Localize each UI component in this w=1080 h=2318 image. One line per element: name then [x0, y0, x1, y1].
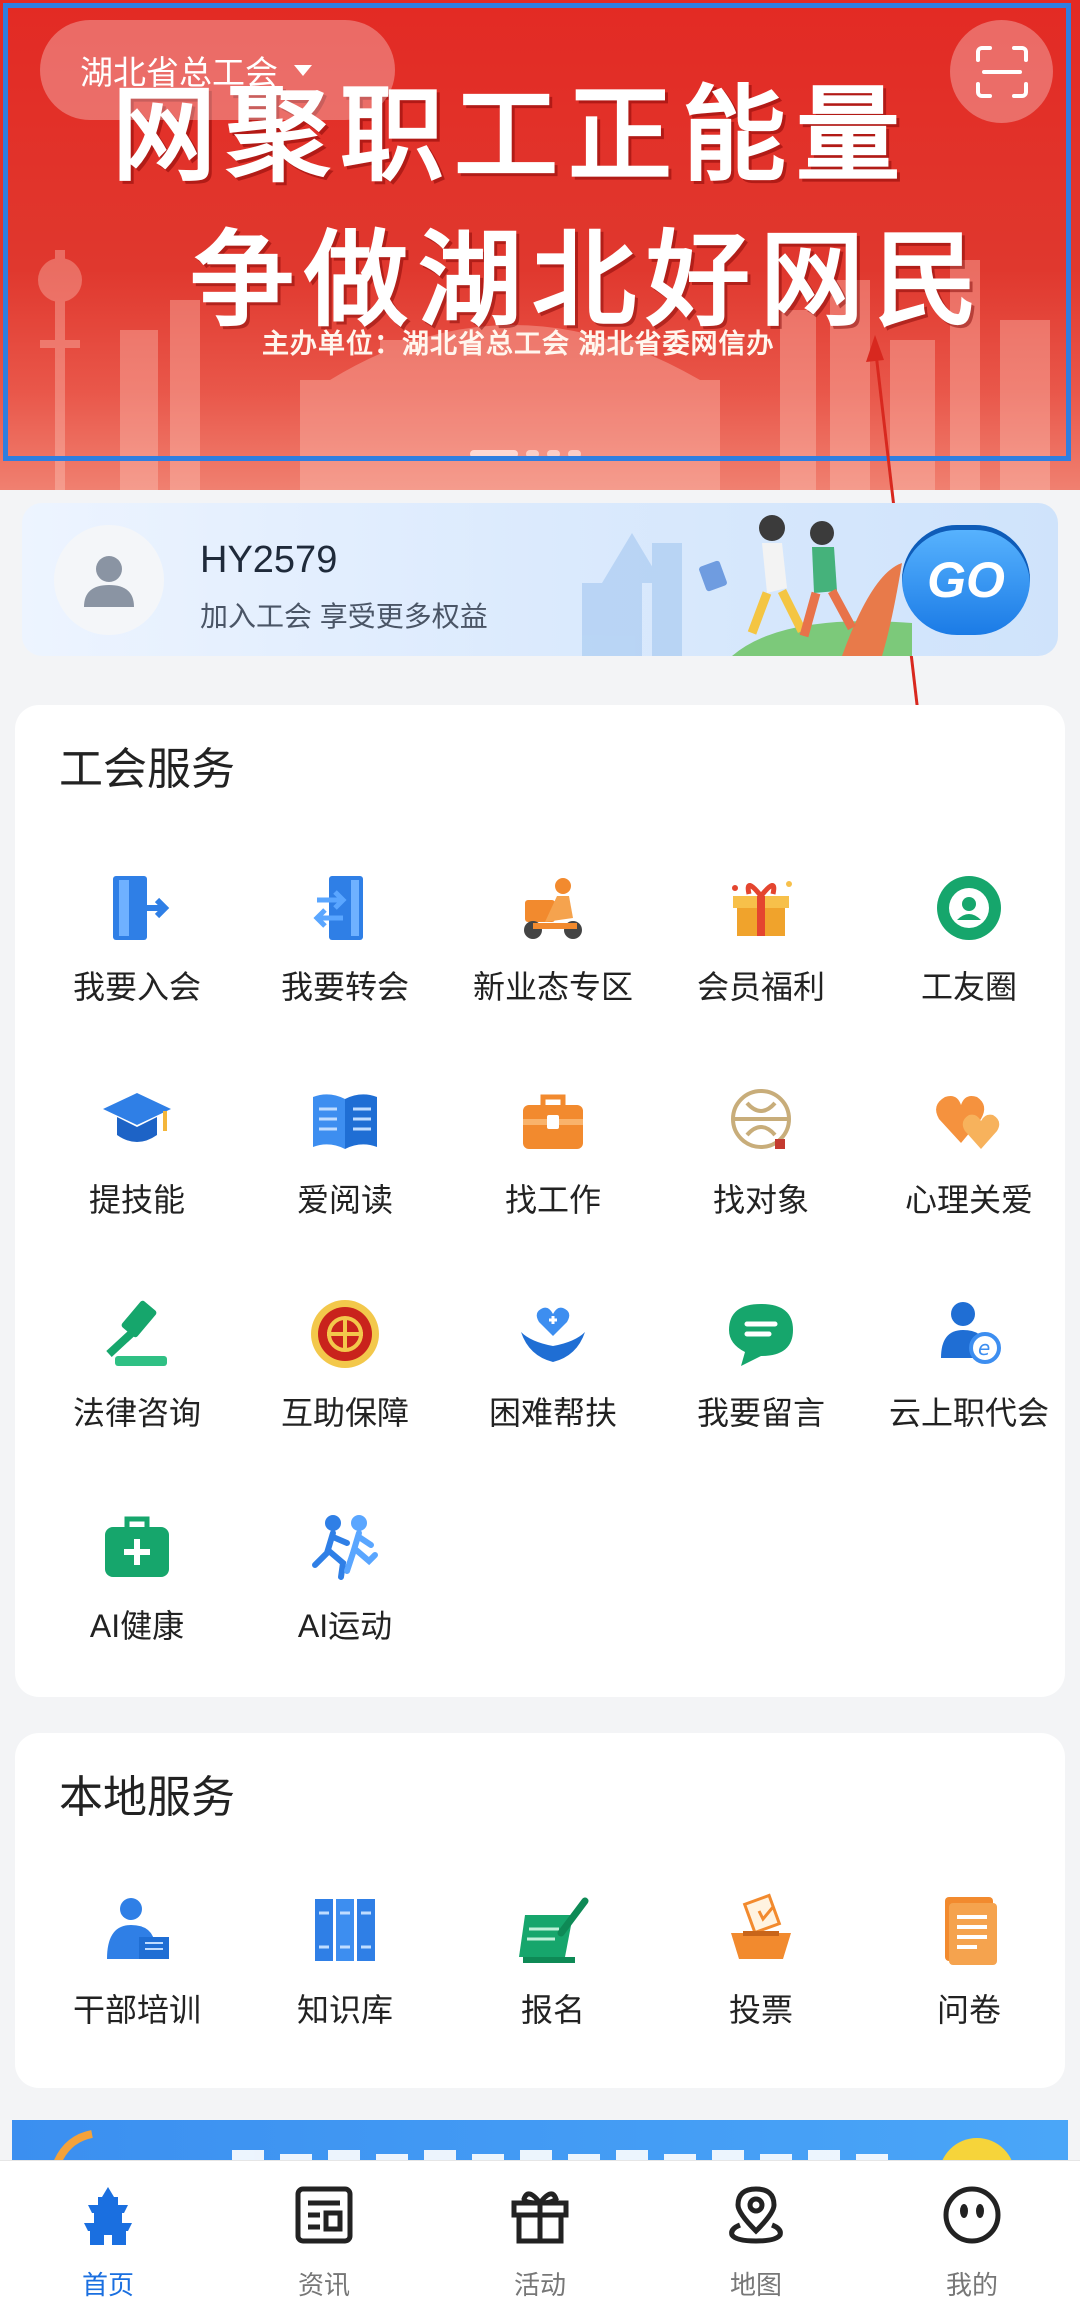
section-title: 工会服务 — [59, 745, 235, 794]
profile-face-icon — [943, 2186, 1001, 2244]
service-vote[interactable]: 投票 — [657, 1893, 865, 2043]
username: HY2579 — [200, 539, 338, 581]
service-member-benefits[interactable]: 会员福利 — [657, 870, 865, 1020]
matchmaking-emblem-icon — [731, 1089, 791, 1149]
tab-home[interactable]: 首页 — [0, 2161, 216, 2318]
service-ai-sport[interactable]: AI运动 — [241, 1509, 449, 1659]
care-hands-icon — [521, 1307, 585, 1362]
tab-profile[interactable]: 我的 — [864, 2161, 1080, 2318]
service-label: 云上职代会 — [888, 1395, 1049, 1431]
signup-pen-icon — [519, 1897, 589, 1963]
gift-activity-icon — [511, 2191, 569, 2244]
section-title: 本地服务 — [59, 1773, 235, 1822]
service-label: 新业态专区 — [472, 969, 633, 1005]
tab-news[interactable]: 资讯 — [216, 2161, 432, 2318]
briefcase-icon — [523, 1094, 583, 1149]
service-label: 我要留言 — [696, 1395, 825, 1431]
news-icon — [295, 2186, 353, 2244]
medical-kit-icon — [105, 1516, 169, 1577]
service-label: 会员福利 — [696, 969, 825, 1005]
service-hardship-aid[interactable]: 困难帮扶 — [449, 1296, 657, 1446]
door-transfer-icon — [313, 876, 363, 940]
go-button[interactable]: GO — [902, 525, 1030, 635]
union-emblem-icon — [311, 1300, 379, 1368]
questionnaire-icon — [945, 1897, 997, 1965]
running-people-icon — [312, 1515, 378, 1580]
service-label: 投票 — [728, 1992, 793, 2028]
tab-label: 我的 — [945, 2270, 998, 2300]
door-enter-icon — [113, 876, 170, 940]
tab-label: 资讯 — [297, 2270, 350, 2300]
service-skills[interactable]: 提技能 — [33, 1083, 241, 1233]
service-questionnaire[interactable]: 问卷 — [865, 1893, 1073, 2043]
service-cadre-training[interactable]: 干部培训 — [33, 1893, 241, 2043]
delivery-rider-icon — [524, 878, 582, 939]
union-services-card: 工会服务 我要入会 我要转会 新业态专区 会员福利 工友圈 提技能 爱阅读 找工… — [15, 705, 1065, 1697]
service-label: 提技能 — [88, 1182, 185, 1218]
service-workmates-circle[interactable]: 工友圈 — [865, 870, 1073, 1020]
selection-frame — [3, 3, 1071, 461]
online-user-icon: e — [941, 1302, 1001, 1364]
service-signup[interactable]: 报名 — [449, 1893, 657, 2043]
service-transfer-union[interactable]: 我要转会 — [241, 870, 449, 1020]
join-union-tip: 加入工会 享受更多权益 — [200, 601, 488, 632]
service-label: 问卷 — [936, 1992, 1001, 2028]
map-pin-icon — [729, 2186, 783, 2244]
tab-activities[interactable]: 活动 — [432, 2161, 648, 2318]
service-label: 我要转会 — [280, 969, 409, 1005]
trainer-icon — [107, 1898, 169, 1959]
service-label: 报名 — [520, 1992, 585, 2028]
hearts-icon — [936, 1096, 1000, 1149]
service-label: 我要入会 — [72, 969, 201, 1005]
service-reading[interactable]: 爱阅读 — [241, 1083, 449, 1233]
chat-bubble-icon — [729, 1304, 793, 1366]
user-placeholder-icon — [84, 556, 134, 607]
service-label: 干部培训 — [72, 1992, 201, 2028]
service-legal[interactable]: 法律咨询 — [33, 1296, 241, 1446]
camera-lens-icon — [937, 876, 1001, 940]
service-new-economy[interactable]: 新业态专区 — [449, 870, 657, 1020]
service-label: 找工作 — [504, 1182, 601, 1218]
tab-label: 首页 — [81, 2270, 134, 2300]
service-find-partner[interactable]: 找对象 — [657, 1083, 865, 1233]
service-label: 法律咨询 — [72, 1395, 201, 1431]
tab-label: 活动 — [513, 2270, 566, 2300]
binders-icon — [315, 1899, 375, 1961]
service-label: 互助保障 — [280, 1395, 409, 1431]
open-book-icon — [313, 1094, 377, 1149]
avatar[interactable] — [54, 525, 164, 635]
tab-map[interactable]: 地图 — [648, 2161, 864, 2318]
runners-illustration — [582, 515, 912, 656]
member-card[interactable]: HY2579 加入工会 享受更多权益 GO — [22, 503, 1058, 656]
ballot-box-icon — [731, 1893, 791, 1959]
service-label: 心理关爱 — [904, 1182, 1033, 1218]
service-join-union[interactable]: 我要入会 — [33, 870, 241, 1020]
service-label: AI运动 — [297, 1608, 393, 1644]
hero-banner[interactable]: 网聚职工正能量 争做湖北好网民 主办单位：湖北省总工会 湖北省委网信办 湖北省总… — [0, 0, 1080, 490]
service-knowledge-base[interactable]: 知识库 — [241, 1893, 449, 2043]
local-services-card: 本地服务 干部培训 知识库 报名 投票 问卷 — [15, 1733, 1065, 2088]
service-ai-health[interactable]: AI健康 — [33, 1509, 241, 1659]
service-label: AI健康 — [89, 1608, 185, 1644]
gift-box-icon — [732, 881, 792, 936]
gavel-icon — [106, 1300, 167, 1366]
service-label: 困难帮扶 — [488, 1395, 617, 1431]
service-label: 爱阅读 — [296, 1182, 393, 1218]
svg-text:e: e — [978, 1336, 990, 1360]
home-tower-icon — [84, 2187, 132, 2245]
bottom-tab-bar: 首页 资讯 活动 地图 我的 — [0, 2160, 1080, 2318]
service-label: 知识库 — [296, 1992, 393, 2028]
tab-label: 地图 — [729, 2270, 782, 2300]
service-label: 找对象 — [712, 1182, 809, 1218]
graduation-cap-icon — [103, 1093, 171, 1142]
service-mutual-aid[interactable]: 互助保障 — [241, 1296, 449, 1446]
service-mental-care[interactable]: 心理关爱 — [865, 1083, 1073, 1233]
service-label: 工友圈 — [920, 969, 1017, 1005]
service-leave-message[interactable]: 我要留言 — [657, 1296, 865, 1446]
service-find-job[interactable]: 找工作 — [449, 1083, 657, 1233]
service-cloud-congress[interactable]: e 云上职代会 — [865, 1296, 1073, 1446]
